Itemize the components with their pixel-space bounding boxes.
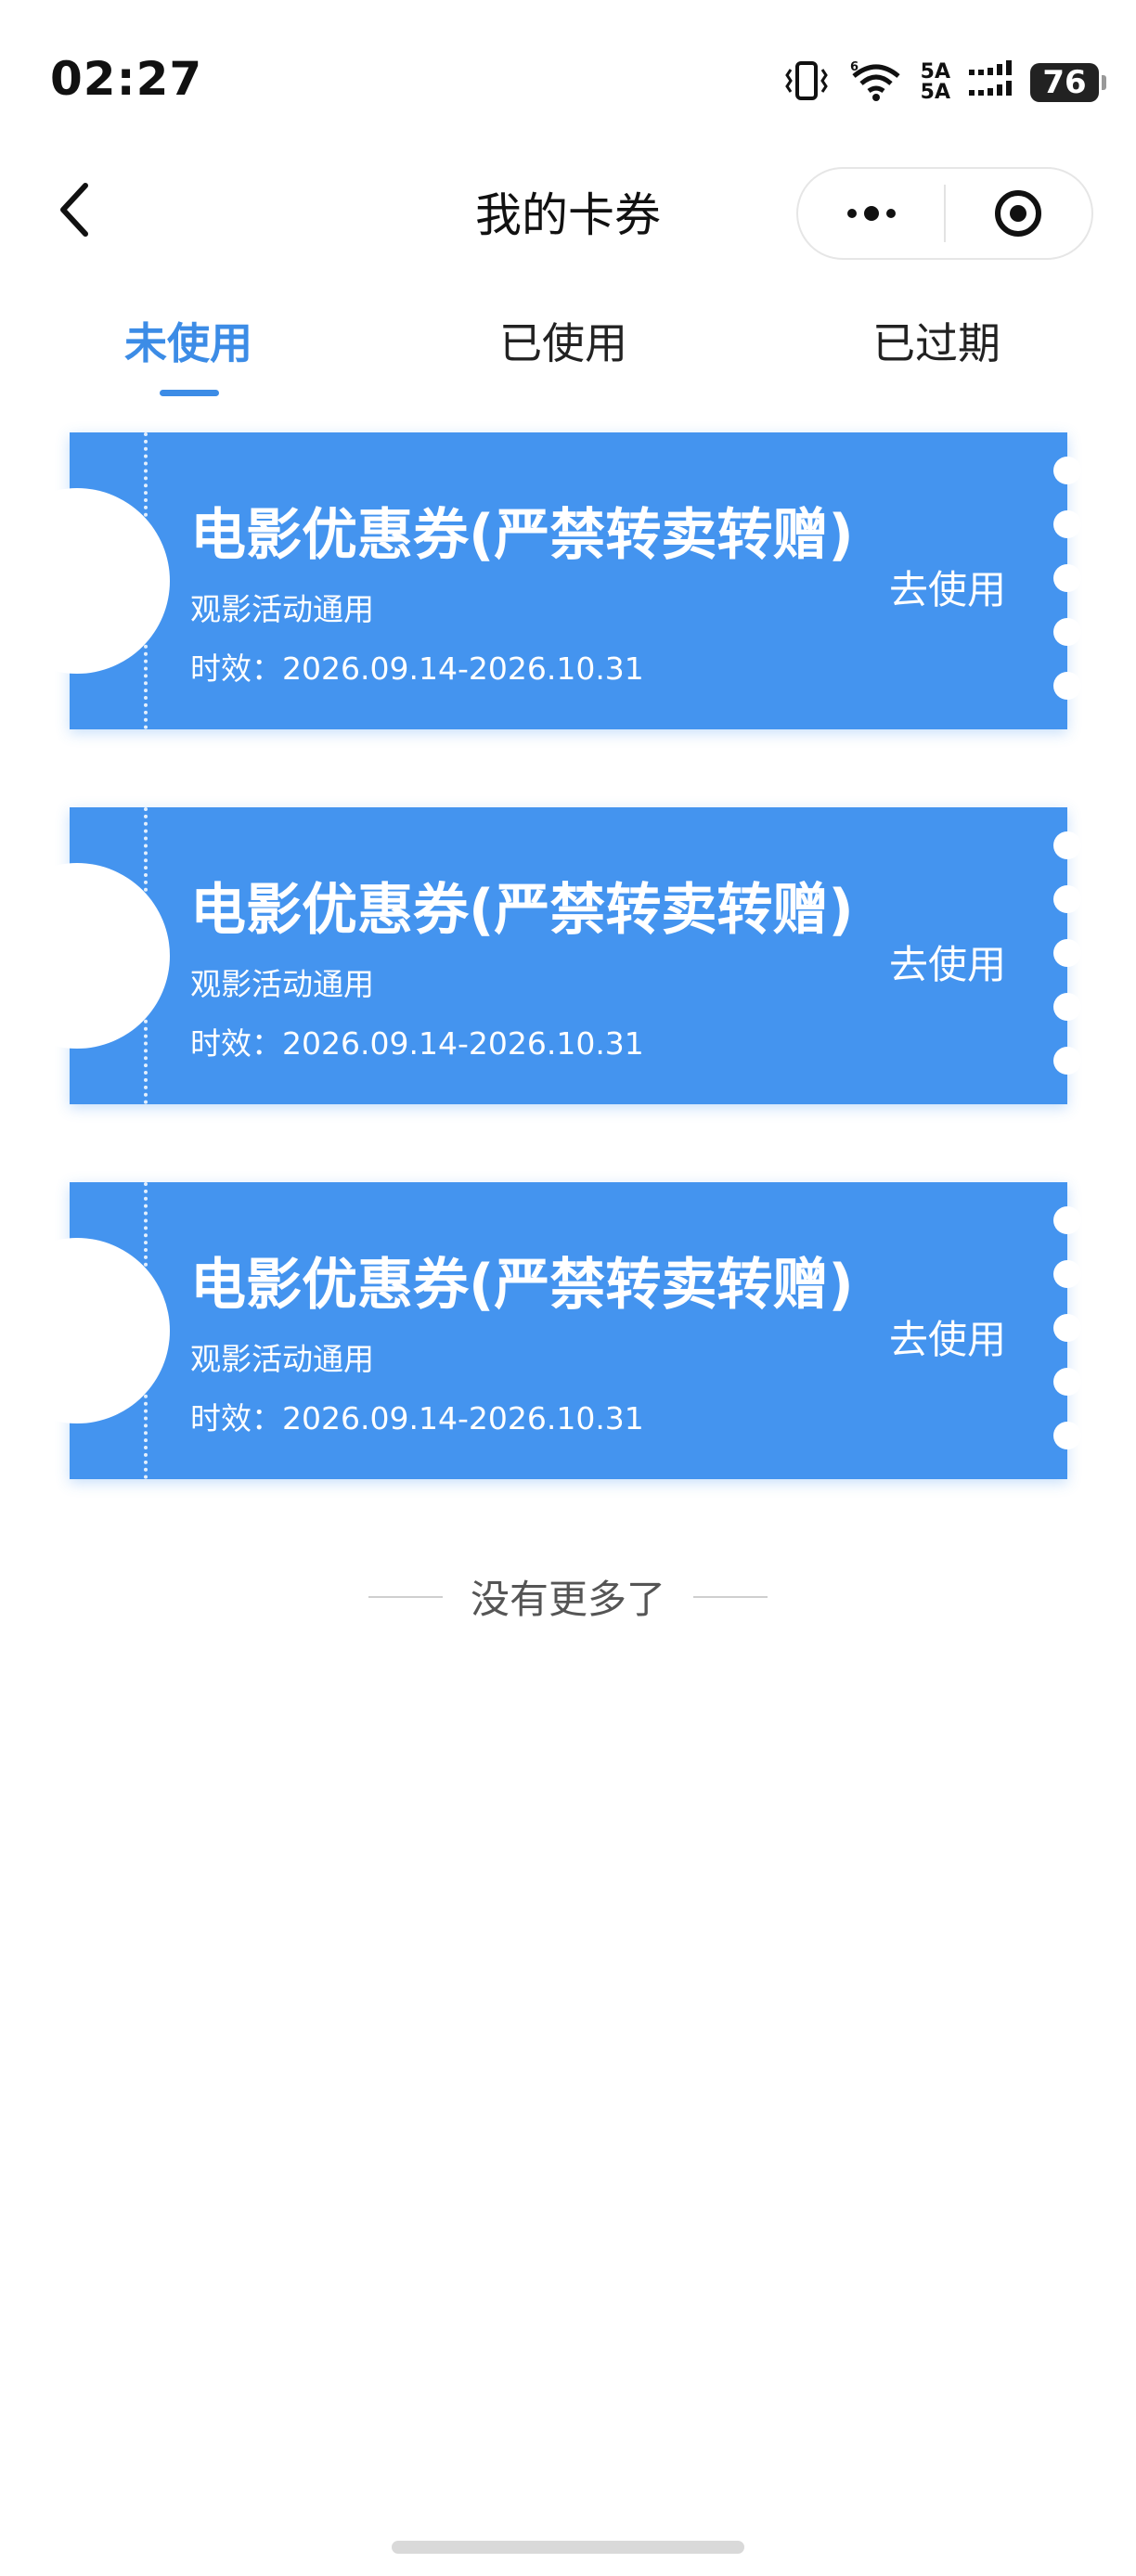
coupon-card[interactable]: 电影优惠券(严禁转卖转赠) 观影活动通用 时效：2026.09.14-2026.…	[0, 1182, 1081, 1479]
coupon-title: 电影优惠券(严禁转卖转赠)	[190, 503, 854, 568]
more-button[interactable]	[798, 169, 944, 258]
more-dots-icon	[846, 206, 896, 221]
network-type: 5A 5A	[920, 60, 950, 104]
nav-bar: 我的卡券	[0, 158, 1136, 269]
tab-unused[interactable]: 未使用	[124, 310, 252, 371]
coupon-validity: 时效：2026.09.14-2026.10.31	[190, 650, 644, 687]
svg-text:6: 6	[850, 60, 858, 74]
status-time: 02:27	[50, 52, 203, 106]
home-indicator[interactable]	[392, 2541, 744, 2554]
target-circle-icon	[995, 190, 1042, 237]
battery-indicator: 76	[1030, 63, 1106, 102]
divider-line	[368, 1595, 443, 1598]
coupon-validity: 时效：2026.09.14-2026.10.31	[190, 1025, 644, 1062]
tab-expired[interactable]: 已过期	[872, 310, 1000, 371]
mini-program-capsule	[796, 167, 1093, 260]
tab-bar: 未使用 已使用 已过期	[0, 297, 1136, 408]
coupon-subtitle: 观影活动通用	[190, 1341, 374, 1377]
coupon-scallop-edge	[1053, 1206, 1081, 1457]
active-tab-indicator	[160, 390, 219, 396]
status-icons: 6 5A 5A 76	[781, 59, 1106, 106]
coupon-card[interactable]: 电影优惠券(严禁转卖转赠) 观影活动通用 时效：2026.09.14-2026.…	[0, 807, 1081, 1104]
list-end-indicator: 没有更多了	[0, 1568, 1136, 1625]
coupon-perforation	[144, 1182, 148, 1479]
coupon-title: 电影优惠券(严禁转卖转赠)	[190, 878, 854, 943]
tab-used[interactable]: 已使用	[499, 310, 627, 371]
coupon-card[interactable]: 电影优惠券(严禁转卖转赠) 观影活动通用 时效：2026.09.14-2026.…	[0, 432, 1081, 729]
status-bar: 02:27 6 5A 5A 76	[0, 0, 1136, 158]
signal-icon	[967, 60, 1013, 105]
coupon-scallop-edge	[1053, 831, 1081, 1082]
close-mini-program-button[interactable]	[946, 169, 1091, 258]
coupon-subtitle: 观影活动通用	[190, 966, 374, 1002]
coupon-validity: 时效：2026.09.14-2026.10.31	[190, 1400, 644, 1436]
no-more-text: 没有更多了	[470, 1577, 665, 1622]
divider-line	[693, 1595, 768, 1598]
use-coupon-button[interactable]: 去使用	[889, 1308, 1006, 1365]
coupon-scallop-edge	[1053, 457, 1081, 707]
coupon-subtitle: 观影活动通用	[190, 591, 374, 627]
use-coupon-button[interactable]: 去使用	[889, 934, 1006, 990]
coupon-perforation	[144, 432, 148, 729]
coupon-title: 电影优惠券(严禁转卖转赠)	[190, 1253, 854, 1318]
coupon-perforation	[144, 807, 148, 1104]
use-coupon-button[interactable]: 去使用	[889, 559, 1006, 615]
wifi-icon: 6	[848, 59, 904, 106]
vibrate-icon	[781, 60, 832, 105]
